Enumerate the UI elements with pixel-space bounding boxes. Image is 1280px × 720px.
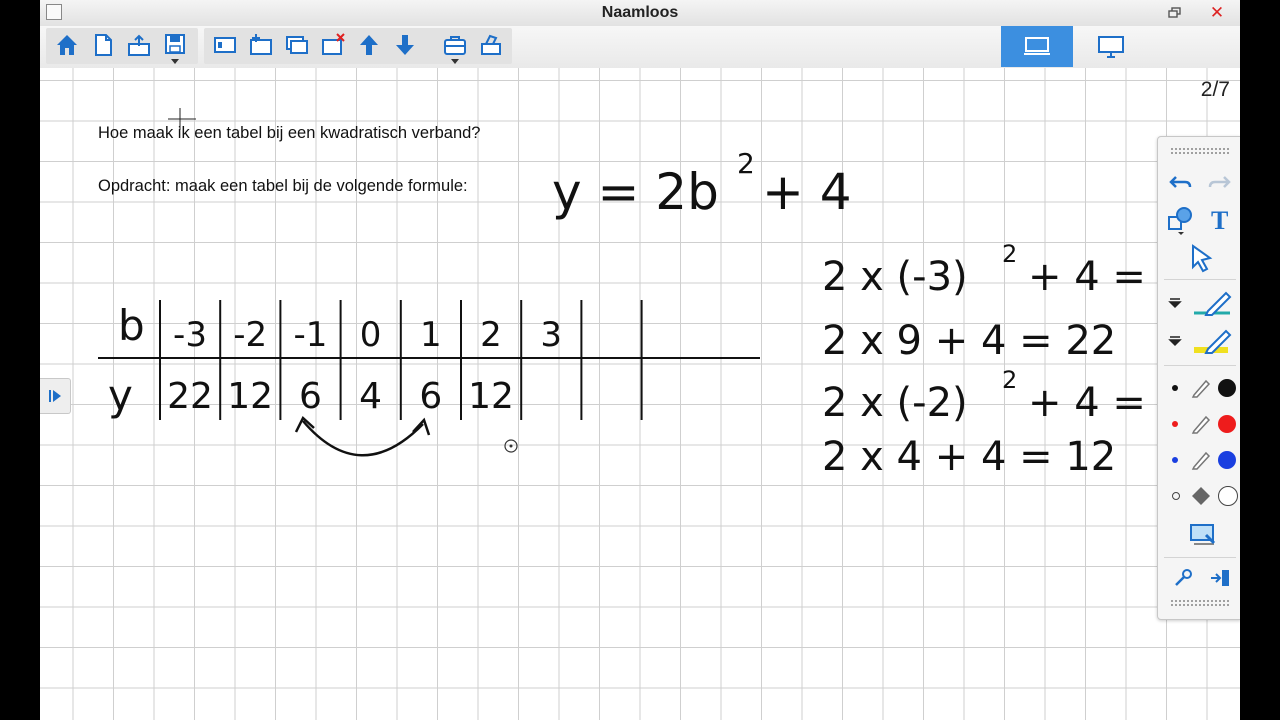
symmetry-arrow [302, 420, 424, 457]
palette-grip-top[interactable] [1170, 147, 1230, 155]
work-tail: + 4 = [1028, 380, 1146, 426]
select-row [1164, 241, 1236, 273]
formula-rhs: + 4 [762, 163, 852, 221]
down-arrow-icon[interactable] [390, 30, 420, 60]
restore-window-button[interactable] [1156, 2, 1194, 24]
tool-palette: T [1157, 136, 1240, 620]
pen-options-icon[interactable] [1168, 295, 1182, 309]
value-table: b y -3 -2 -1 0 1 2 3 22 12 6 4 6 12 [98, 300, 760, 420]
delete-page-icon[interactable] [318, 30, 348, 60]
whiteboard-view-icon[interactable] [1001, 26, 1073, 67]
table-y-label: y [108, 371, 133, 420]
highlighter-options-icon[interactable] [1168, 333, 1182, 347]
capture-row [1164, 519, 1236, 551]
highlighter-row [1164, 325, 1236, 357]
open-icon[interactable] [124, 30, 154, 60]
large-dot-red[interactable] [1218, 415, 1236, 433]
formula: y = 2b 2 + 4 [552, 147, 852, 221]
work-line: 2 x 4 + 4 = 12 [822, 434, 1116, 480]
work-tail: + 4 = [1028, 254, 1146, 300]
dock-icon[interactable] [1208, 567, 1232, 589]
large-dot-black[interactable] [1218, 379, 1236, 397]
title-bar: Naamloos [40, 0, 1240, 27]
palette-divider [1164, 557, 1236, 558]
table-y-cell: 22 [167, 376, 213, 417]
palette-divider [1164, 279, 1236, 280]
large-dot-blue[interactable] [1218, 451, 1236, 469]
svg-text:T: T [1211, 207, 1228, 233]
duplicate-page-icon[interactable] [282, 30, 312, 60]
work-line: 2 x 9 + 4 = 22 [822, 318, 1116, 364]
table-b-cell: 2 [480, 315, 502, 355]
side-panel-toggle[interactable] [40, 378, 71, 414]
large-eraser-circle[interactable] [1218, 486, 1238, 506]
blue-pen-row [1164, 445, 1236, 477]
handwriting-layer: y = 2b 2 + 4 b y -3 -2 -1 0 1 2 3 22 12 6 4 6 12 2 [98, 108, 1146, 480]
work-exponent: 2 [1002, 366, 1017, 394]
page-sorter-icon[interactable] [210, 30, 240, 60]
work-line: 2 x (-2) [822, 380, 968, 426]
crosshair-cursor [168, 108, 196, 130]
table-b-cell: 3 [540, 315, 562, 355]
settings-row [1164, 563, 1236, 595]
table-b-cell: -3 [173, 315, 207, 355]
home-icon[interactable] [52, 30, 82, 60]
toolbox-icon[interactable] [440, 30, 470, 64]
black-pen-icon[interactable] [1190, 377, 1212, 399]
save-dropdown-caret[interactable] [171, 59, 179, 64]
table-b-cell: 1 [420, 315, 442, 355]
app-window: Naamloos ✕ 2/7 Hoe maak ik een tabel bij… [40, 0, 1240, 720]
eraser-icon[interactable] [1190, 485, 1212, 507]
formula-exponent: 2 [737, 147, 755, 180]
work-exponent: 2 [1002, 240, 1017, 268]
table-y-cell: 12 [227, 376, 273, 417]
small-dot-red[interactable] [1172, 421, 1178, 427]
save-icon[interactable] [160, 30, 190, 64]
undo-icon[interactable] [1168, 171, 1194, 195]
palette-grip-bottom[interactable] [1170, 599, 1230, 607]
red-pen-row [1164, 409, 1236, 441]
history-row [1164, 167, 1236, 199]
work-line: 2 x (-3) [822, 254, 968, 300]
pin-icon[interactable] [1172, 567, 1194, 589]
monitor-view-icon[interactable] [1075, 26, 1147, 67]
scanner-icon[interactable] [476, 30, 506, 60]
pen-icon[interactable] [1190, 289, 1234, 317]
close-window-button[interactable]: ✕ [1198, 2, 1236, 24]
palette-divider [1164, 365, 1236, 366]
eraser-row [1164, 481, 1238, 513]
small-dot-black[interactable] [1172, 385, 1178, 391]
add-page-icon[interactable] [246, 30, 276, 60]
table-b-cell: 0 [360, 315, 382, 355]
screen-capture-icon[interactable] [1188, 521, 1218, 549]
text-icon[interactable]: T [1208, 207, 1234, 233]
shapes-icon[interactable] [1166, 205, 1196, 235]
red-pen-icon[interactable] [1190, 413, 1212, 435]
table-y-cell: 4 [359, 376, 382, 417]
small-dot-blue[interactable] [1172, 457, 1178, 463]
redo-icon[interactable] [1206, 171, 1232, 195]
small-eraser-circle[interactable] [1172, 492, 1180, 500]
table-y-cell: 12 [468, 376, 514, 417]
pen-row [1164, 287, 1236, 319]
window-title: Naamloos [601, 4, 679, 21]
main-toolbar [40, 26, 1240, 69]
whiteboard-canvas[interactable]: 2/7 Hoe maak ik een tabel bij een kwadra… [40, 68, 1240, 720]
toolbox-dropdown-caret[interactable] [451, 59, 459, 64]
table-y-cell: 6 [419, 376, 442, 417]
highlighter-icon[interactable] [1190, 327, 1234, 355]
insert-row: T [1164, 203, 1236, 235]
up-arrow-icon[interactable] [354, 30, 384, 60]
table-y-cell: 6 [299, 376, 322, 417]
new-document-icon[interactable] [88, 30, 118, 60]
black-pen-row [1164, 373, 1236, 405]
table-b-label: b [118, 301, 145, 350]
table-b-cell: -1 [293, 315, 327, 355]
table-b-cell: -2 [233, 315, 267, 355]
select-arrow-icon[interactable] [1188, 243, 1216, 273]
pointer-cursor-dot [509, 444, 513, 448]
blue-pen-icon[interactable] [1190, 449, 1212, 471]
formula-lhs: y = 2b [552, 163, 719, 221]
